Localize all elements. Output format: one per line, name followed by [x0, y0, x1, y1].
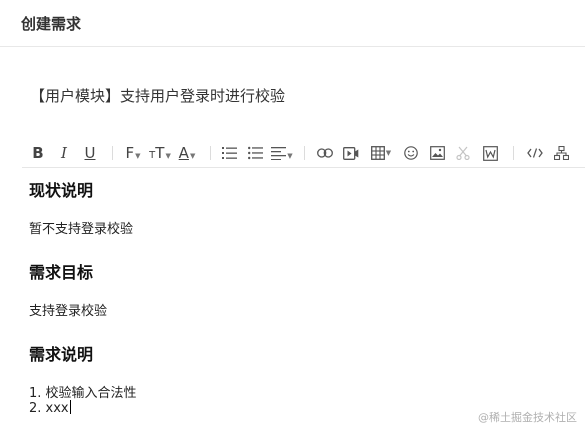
- scissors-icon: [456, 146, 470, 160]
- insert-mindmap-button[interactable]: [552, 142, 570, 164]
- align-dropdown[interactable]: ▼: [270, 142, 294, 164]
- list-item: 1. 校验输入合法性: [29, 386, 137, 401]
- link-icon: [317, 148, 333, 158]
- insert-image-button[interactable]: [428, 142, 446, 164]
- italic-button[interactable]: I: [56, 142, 72, 164]
- cut-button[interactable]: [454, 142, 472, 164]
- caret-down-icon: ▼: [165, 152, 171, 160]
- rich-text-editor-body[interactable]: 现状说明 暂不支持登录校验 需求目标 支持登录校验 需求说明 1. 校验输入合法…: [0, 168, 585, 434]
- word-icon: [482, 145, 498, 161]
- toolbar-divider: [513, 146, 514, 160]
- image-icon: [429, 146, 445, 160]
- bullet-list-button[interactable]: [246, 142, 264, 164]
- insert-table-dropdown[interactable]: ▼: [368, 142, 394, 164]
- ordered-list-button[interactable]: [220, 142, 238, 164]
- video-icon: [343, 146, 359, 160]
- insert-video-button[interactable]: [342, 142, 360, 164]
- insert-link-button[interactable]: [316, 142, 334, 164]
- caret-down-icon: ▼: [385, 149, 392, 157]
- ordered-list-icon: [221, 147, 237, 159]
- insert-emoji-button[interactable]: [402, 142, 420, 164]
- caret-down-icon: ▼: [287, 152, 293, 160]
- font-color-dropdown[interactable]: A ▼: [176, 142, 198, 164]
- requirement-title-field[interactable]: 【用户模块】支持用户登录时进行校验: [30, 85, 285, 106]
- page-title: 创建需求: [21, 15, 82, 33]
- list-item: 2. xxx: [29, 400, 71, 416]
- section-paragraph: 暂不支持登录校验: [29, 222, 134, 237]
- caret-down-icon: ▼: [189, 152, 196, 160]
- bullet-list-icon: [247, 146, 263, 160]
- emoji-icon: [404, 146, 418, 160]
- table-icon: [370, 146, 385, 160]
- dialog-header: 创建需求: [0, 0, 585, 47]
- editor-toolbar: B I U F ▼ TT ▼ A ▼ ▼ ▼: [22, 141, 585, 168]
- section-heading: 需求目标: [29, 263, 94, 282]
- code-icon: [527, 148, 543, 158]
- tree-structure-icon: [553, 146, 569, 160]
- text-cursor: [69, 400, 71, 414]
- import-word-button[interactable]: [481, 142, 499, 164]
- bold-button[interactable]: B: [30, 142, 46, 164]
- align-left-icon: [271, 147, 287, 160]
- section-heading: 需求说明: [29, 345, 94, 364]
- toolbar-divider: [112, 146, 113, 160]
- section-heading: 现状说明: [29, 181, 94, 200]
- watermark: @稀土掘金技术社区: [478, 411, 577, 424]
- font-family-dropdown[interactable]: F ▼: [122, 142, 144, 164]
- section-paragraph: 支持登录校验: [29, 304, 108, 319]
- caret-down-icon: ▼: [135, 152, 141, 160]
- font-size-dropdown[interactable]: TT ▼: [148, 142, 172, 164]
- underline-button[interactable]: U: [82, 142, 98, 164]
- toolbar-divider: [210, 146, 211, 160]
- toolbar-divider: [304, 146, 305, 160]
- source-code-button[interactable]: [526, 142, 544, 164]
